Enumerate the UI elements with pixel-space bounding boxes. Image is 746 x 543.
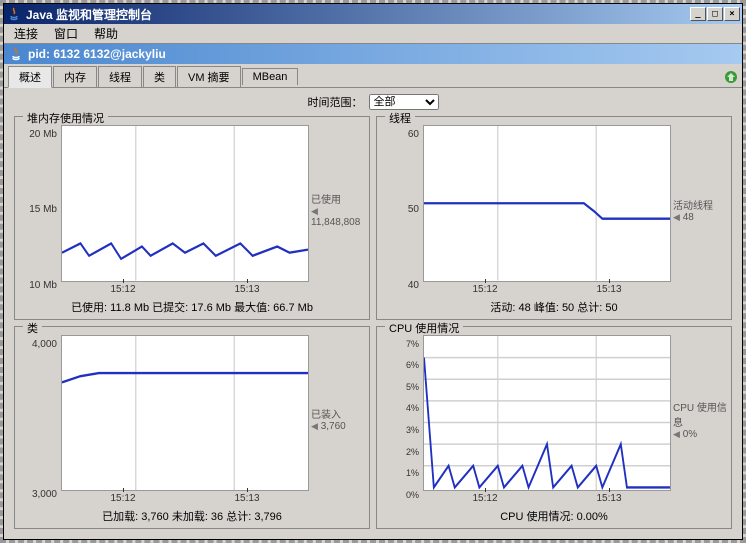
tab-overview[interactable]: 概述: [8, 66, 52, 88]
connection-title: pid: 6132 6132@jackyliu: [28, 47, 166, 61]
menu-connect[interactable]: 连接: [8, 23, 44, 44]
titlebar: Java 监视和管理控制台 _ □ ×: [4, 4, 742, 24]
tab-memory[interactable]: 内存: [53, 66, 97, 87]
time-range-select[interactable]: 全部: [369, 94, 439, 110]
close-button[interactable]: ×: [724, 7, 740, 21]
heap-x-axis: 15:12 15:13: [61, 282, 309, 295]
tab-classes[interactable]: 类: [143, 66, 176, 87]
java-icon: [6, 6, 22, 22]
cpu-panel: CPU 使用情况 7% 6% 5% 4% 3% 2% 1% 0%: [376, 326, 732, 530]
app-window: Java 监视和管理控制台 _ □ × 连接 窗口 帮助 pid: 6132 6…: [3, 3, 743, 540]
cpu-x-axis: 15:12 15:13: [423, 491, 671, 504]
java-icon: [8, 46, 24, 62]
reconnect-icon[interactable]: [724, 70, 738, 84]
heap-legend: 已使用 ◀ 11,848,808: [309, 125, 365, 295]
classes-panel-title: 类: [23, 320, 42, 336]
heap-chart: [61, 125, 309, 282]
menu-window[interactable]: 窗口: [48, 23, 84, 44]
threads-panel-title: 线程: [385, 110, 415, 126]
window-title: Java 监视和管理控制台: [26, 6, 152, 23]
heap-panel-title: 堆内存使用情况: [23, 110, 108, 126]
classes-y-axis: 4,000 3,000: [19, 335, 61, 505]
charts-grid: 堆内存使用情况 20 Mb 15 Mb 10 Mb: [4, 116, 742, 539]
classes-chart: [61, 335, 309, 492]
time-range-row: 时间范围： 全部: [4, 88, 742, 116]
threads-panel: 线程 60 50 40 15:12: [376, 116, 732, 320]
classes-x-axis: 15:12 15:13: [61, 491, 309, 504]
heap-stats: 已使用: 11.8 Mb 已提交: 17.6 Mb 最大值: 66.7 Mb: [19, 295, 365, 315]
classes-legend: 已装入 ◀ 3,760: [309, 335, 365, 505]
heap-y-axis: 20 Mb 15 Mb 10 Mb: [19, 125, 61, 295]
tab-threads[interactable]: 线程: [98, 66, 142, 87]
minimize-button[interactable]: _: [690, 7, 706, 21]
tab-vm-summary[interactable]: VM 摘要: [177, 66, 241, 87]
threads-legend: 活动线程 ◀ 48: [671, 125, 727, 295]
menu-help[interactable]: 帮助: [88, 23, 124, 44]
cpu-stats: CPU 使用情况: 0.00%: [381, 504, 727, 524]
cpu-chart: [423, 335, 671, 492]
menubar: 连接 窗口 帮助: [4, 24, 742, 44]
cpu-panel-title: CPU 使用情况: [385, 320, 463, 336]
cpu-legend: CPU 使用信息 ◀ 0%: [671, 335, 727, 505]
classes-panel: 类 4,000 3,000 15:12: [14, 326, 370, 530]
maximize-button[interactable]: □: [707, 7, 723, 21]
tabbar: 概述 内存 线程 类 VM 摘要 MBean: [4, 64, 742, 88]
threads-stats: 活动: 48 峰值: 50 总计: 50: [381, 295, 727, 315]
threads-x-axis: 15:12 15:13: [423, 282, 671, 295]
threads-chart: [423, 125, 671, 282]
tab-mbeans[interactable]: MBean: [242, 68, 299, 85]
inner-titlebar: pid: 6132 6132@jackyliu: [4, 44, 742, 64]
cpu-y-axis: 7% 6% 5% 4% 3% 2% 1% 0%: [381, 335, 423, 505]
heap-panel: 堆内存使用情况 20 Mb 15 Mb 10 Mb: [14, 116, 370, 320]
time-range-label: 时间范围：: [308, 94, 363, 110]
threads-y-axis: 60 50 40: [381, 125, 423, 295]
classes-stats: 已加载: 3,760 未加载: 36 总计: 3,796: [19, 504, 365, 524]
